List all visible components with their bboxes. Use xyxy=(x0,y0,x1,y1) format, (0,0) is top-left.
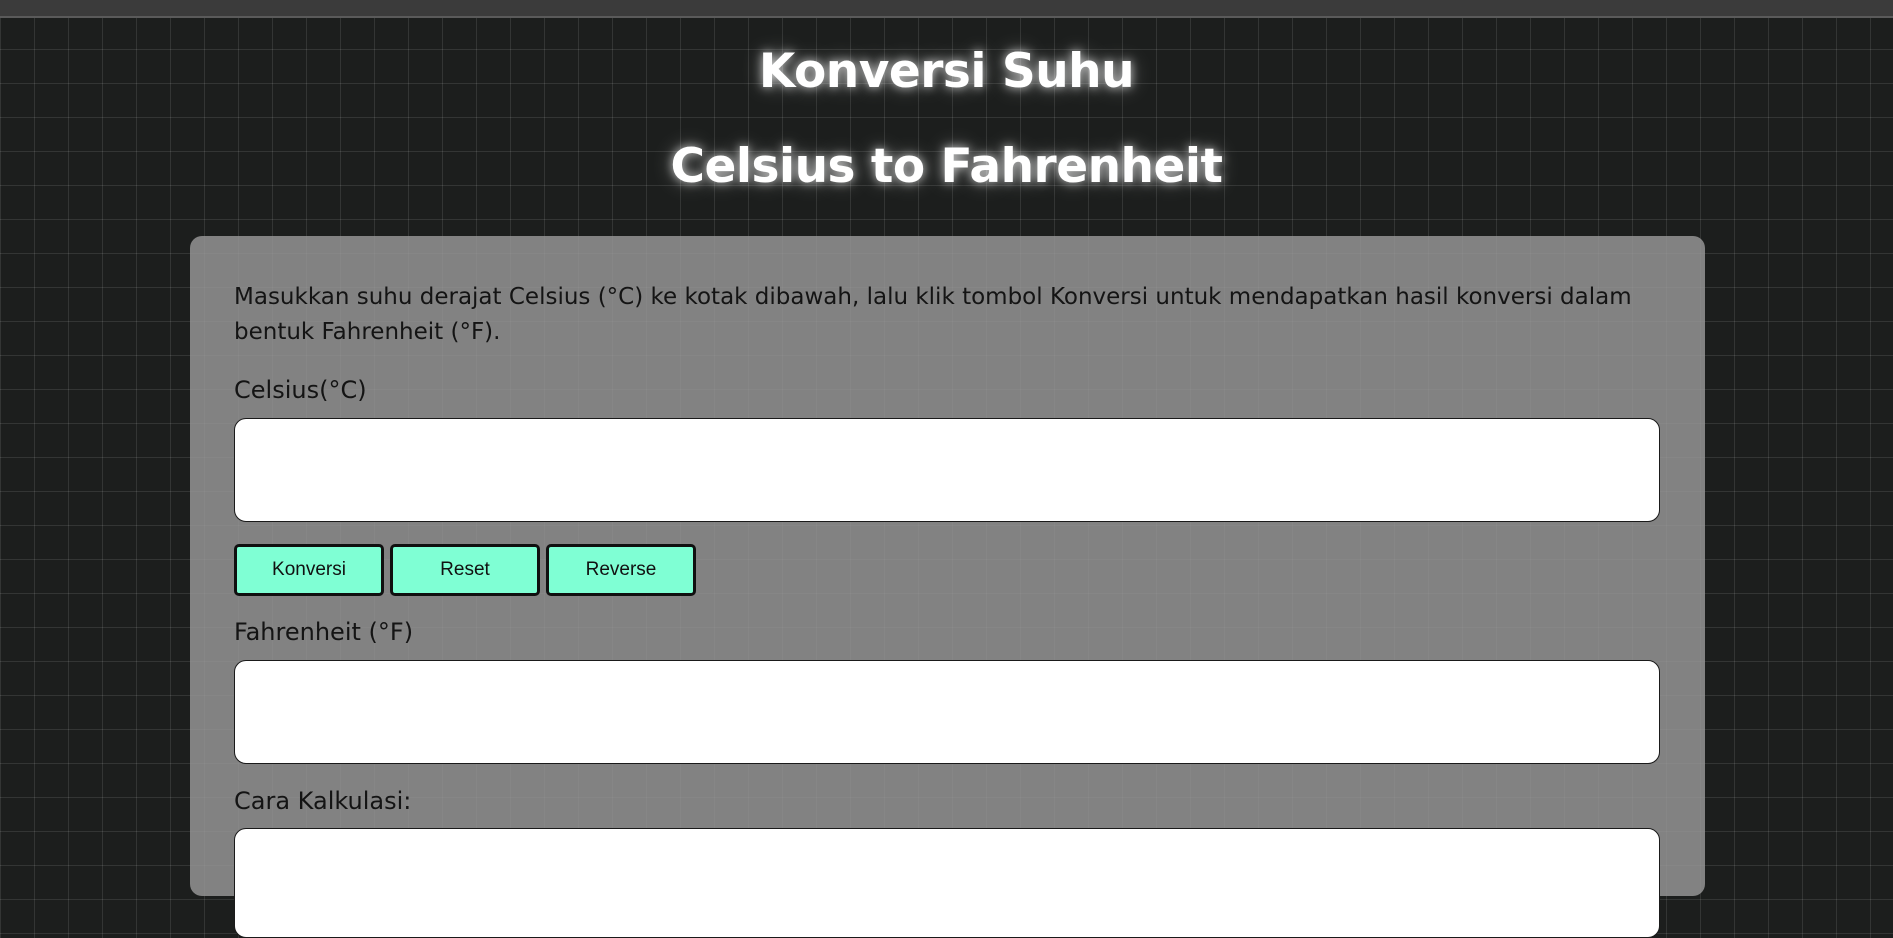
convert-button[interactable]: Konversi xyxy=(234,544,384,596)
calculation-label: Cara Kalkulasi: xyxy=(234,787,412,815)
browser-top-bar xyxy=(0,0,1893,18)
celsius-input[interactable] xyxy=(234,418,1660,522)
instructions-text: Masukkan suhu derajat Celsius (°C) ke ko… xyxy=(234,284,1632,345)
fahrenheit-label: Fahrenheit (°F) xyxy=(234,618,414,646)
celsius-label: Celsius(°C) xyxy=(234,376,367,404)
page-title: Konversi Suhu xyxy=(758,44,1135,99)
reset-button[interactable]: Reset xyxy=(390,544,540,596)
reverse-button[interactable]: Reverse xyxy=(546,544,696,596)
converter-card: Masukkan suhu derajat Celsius (°C) ke ko… xyxy=(190,236,1705,938)
page-subtitle: Celsius to Fahrenheit xyxy=(670,139,1223,194)
calculation-output[interactable] xyxy=(234,828,1660,938)
fahrenheit-output[interactable] xyxy=(234,660,1660,764)
